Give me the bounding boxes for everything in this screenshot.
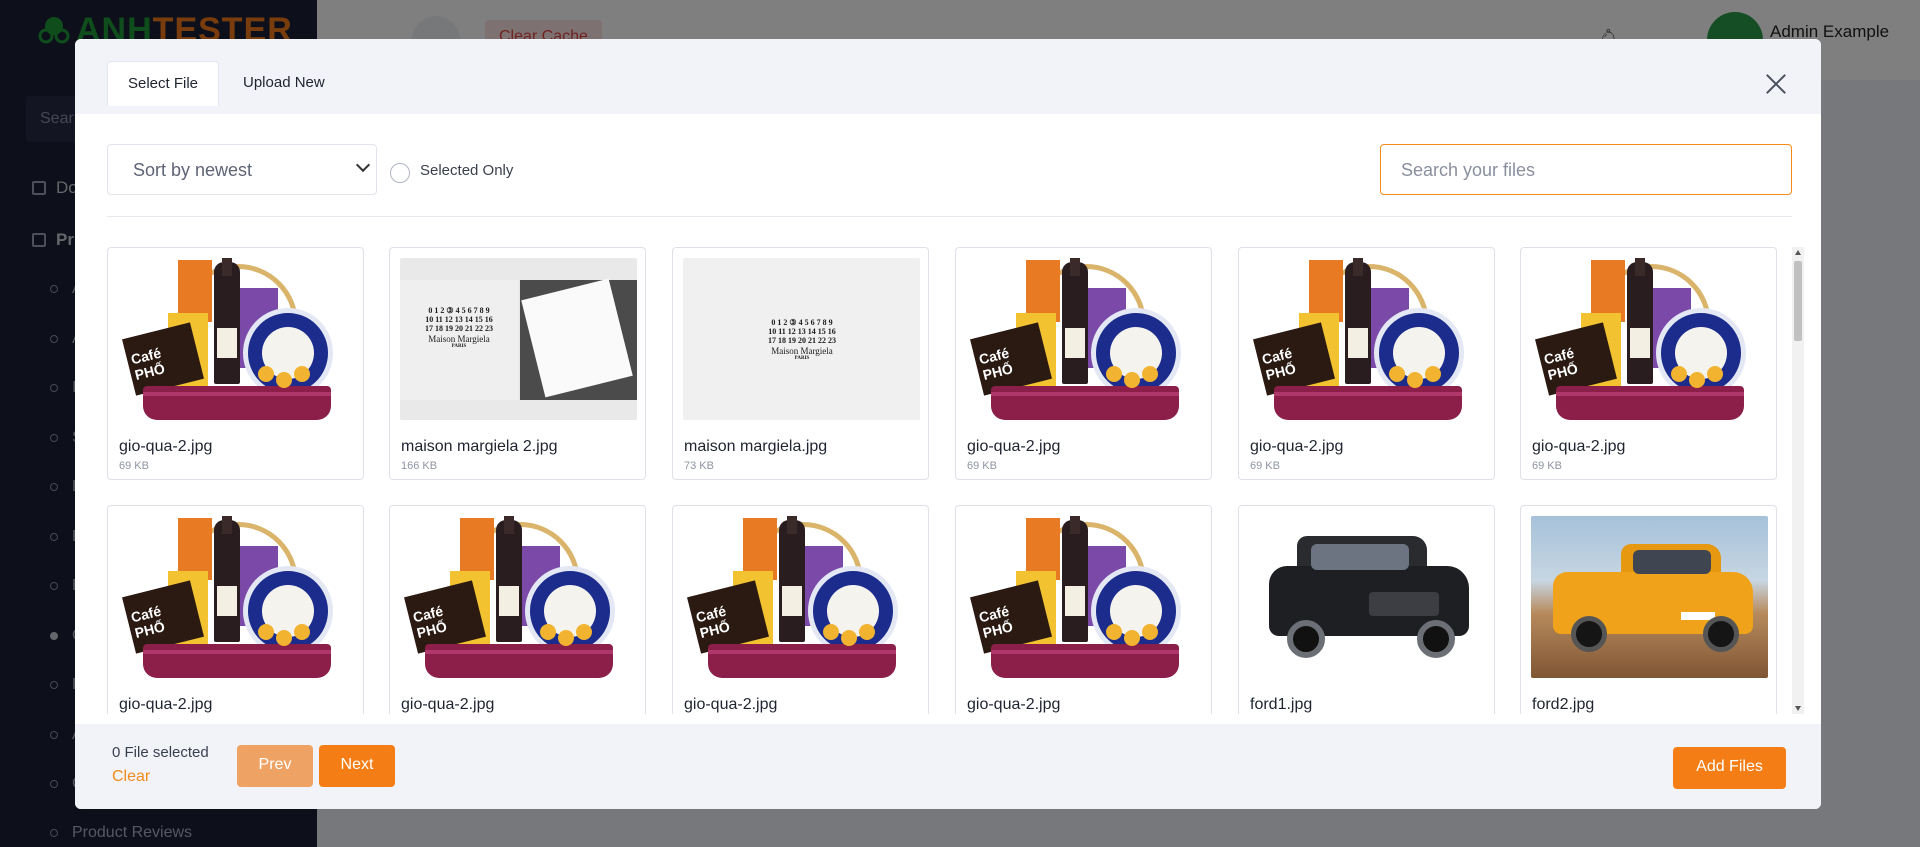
file-grid-scrollbar[interactable]: [1792, 247, 1804, 714]
file-thumbnail: Café PHỐ: [118, 516, 355, 678]
chevron-down-icon: [355, 157, 371, 173]
file-card[interactable]: Café PHỐ gio-qua-2.jpg: [389, 505, 646, 714]
file-thumbnail: Café PHỐ: [1531, 258, 1768, 420]
file-name: gio-qua-2.jpg: [401, 696, 495, 713]
selected-count: 0 File selected: [112, 744, 209, 761]
file-grid: Café PHỐ gio-qua-2.jpg 69 KB 0 1 2 ③ 4 5…: [107, 247, 1792, 714]
file-size: 69 KB: [119, 460, 149, 472]
file-name: maison margiela 2.jpg: [401, 438, 558, 455]
search-files-input[interactable]: Search your files: [1380, 144, 1792, 195]
scroll-down-icon[interactable]: [1795, 706, 1801, 711]
file-thumbnail: [1531, 516, 1768, 678]
file-thumbnail: [1249, 516, 1486, 678]
file-name: gio-qua-2.jpg: [1250, 438, 1344, 455]
file-card[interactable]: ford2.jpg: [1520, 505, 1777, 714]
file-name: gio-qua-2.jpg: [1532, 438, 1626, 455]
selected-only-toggle[interactable]: Selected Only: [390, 157, 513, 183]
tab-select-file[interactable]: Select File: [107, 61, 220, 106]
file-thumbnail: Café PHỐ: [966, 516, 1203, 678]
close-icon[interactable]: [1765, 73, 1787, 95]
sort-select-value: Sort by newest: [133, 160, 253, 180]
scroll-up-icon[interactable]: [1795, 250, 1801, 255]
clear-selection-link[interactable]: Clear: [112, 768, 150, 786]
file-card[interactable]: Café PHỐ gio-qua-2.jpg 69 KB: [955, 247, 1212, 480]
divider: [107, 216, 1792, 217]
file-name: gio-qua-2.jpg: [684, 696, 778, 713]
file-thumbnail: 0 1 2 ③ 4 5 6 7 8 9 10 11 12 13 14 15 16…: [400, 258, 637, 420]
tab-upload-new[interactable]: Upload New: [243, 61, 345, 106]
file-name: ford2.jpg: [1532, 696, 1595, 713]
file-size: 69 KB: [1532, 460, 1562, 472]
file-thumbnail: Café PHỐ: [118, 258, 355, 420]
file-size: 166 KB: [401, 460, 438, 472]
selected-only-label: Selected Only: [420, 161, 514, 179]
file-name: gio-qua-2.jpg: [967, 438, 1061, 455]
file-name: gio-qua-2.jpg: [119, 438, 213, 455]
sort-select[interactable]: Sort by newest: [107, 144, 377, 195]
file-card[interactable]: 0 1 2 ③ 4 5 6 7 8 9 10 11 12 13 14 15 16…: [389, 247, 646, 480]
prev-button[interactable]: Prev: [237, 745, 313, 787]
modal-footer: 0 File selected Clear Prev Next Add File…: [75, 724, 1821, 809]
file-size: 69 KB: [1250, 460, 1280, 472]
file-card[interactable]: Café PHỐ gio-qua-2.jpg: [107, 505, 364, 714]
file-name: gio-qua-2.jpg: [119, 696, 213, 713]
file-thumbnail: Café PHỐ: [1249, 258, 1486, 420]
add-files-button[interactable]: Add Files: [1673, 747, 1786, 789]
file-card[interactable]: Café PHỐ gio-qua-2.jpg 69 KB: [1520, 247, 1777, 480]
file-card[interactable]: ford1.jpg: [1238, 505, 1495, 714]
file-thumbnail: Café PHỐ: [400, 516, 637, 678]
file-manager-modal: Select File Upload New Sort by newest Se…: [75, 39, 1821, 809]
file-name: ford1.jpg: [1250, 696, 1313, 713]
file-thumbnail: 0 1 2 ③ 4 5 6 7 8 9 10 11 12 13 14 15 16…: [683, 258, 920, 420]
next-button[interactable]: Next: [319, 745, 395, 787]
file-thumbnail: Café PHỐ: [966, 258, 1203, 420]
file-size: 73 KB: [684, 460, 714, 472]
file-card[interactable]: Café PHỐ gio-qua-2.jpg 69 KB: [1238, 247, 1495, 480]
selected-only-radio[interactable]: [390, 163, 410, 183]
file-card[interactable]: Café PHỐ gio-qua-2.jpg: [955, 505, 1212, 714]
file-card[interactable]: 0 1 2 ③ 4 5 6 7 8 9 10 11 12 13 14 15 16…: [672, 247, 929, 480]
file-size: 69 KB: [967, 460, 997, 472]
scrollbar-thumb[interactable]: [1794, 261, 1802, 341]
file-card[interactable]: Café PHỐ gio-qua-2.jpg: [672, 505, 929, 714]
file-thumbnail: Café PHỐ: [683, 516, 920, 678]
file-name: gio-qua-2.jpg: [967, 696, 1061, 713]
file-card[interactable]: Café PHỐ gio-qua-2.jpg 69 KB: [107, 247, 364, 480]
modal-header: Select File Upload New: [75, 39, 1821, 114]
file-name: maison margiela.jpg: [684, 438, 828, 455]
